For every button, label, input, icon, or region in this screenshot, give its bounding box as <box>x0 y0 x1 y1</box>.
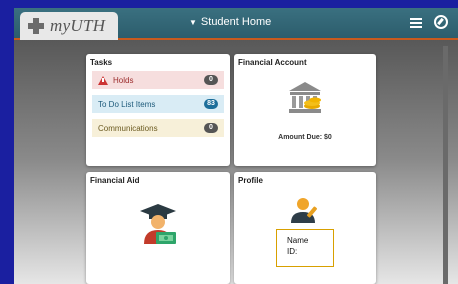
task-row-communications[interactable]: Communications 0 <box>92 119 224 137</box>
profile-id-label: ID: <box>287 247 298 256</box>
task-label: To Do List Items <box>98 99 156 109</box>
task-row-holds[interactable]: Holds 0 <box>92 71 224 89</box>
profile-name-label: Name <box>287 236 309 245</box>
page-title-dropdown[interactable]: ▼ Student Home <box>189 16 271 28</box>
header-bar: myUTH ▼ Student Home <box>14 8 458 40</box>
app-window: myUTH ▼ Student Home Tasks Holds 0 To Do… <box>14 8 458 284</box>
tile-profile[interactable]: Profile Name ID: <box>234 172 376 284</box>
tile-financial-aid[interactable]: Financial Aid <box>86 172 230 284</box>
profile-name-box: Name ID: <box>276 229 334 267</box>
tile-title: Financial Account <box>238 58 307 67</box>
task-label: Communications <box>98 123 158 133</box>
count-badge: 0 <box>204 123 218 133</box>
warning-icon <box>98 75 108 85</box>
person-edit-icon <box>291 198 317 223</box>
tile-financial-account[interactable]: Financial Account Amount Due: $0 <box>234 54 376 166</box>
task-label: Holds <box>113 75 134 85</box>
plus-logo-icon <box>28 18 44 34</box>
scrollbar[interactable] <box>443 46 448 284</box>
page-title: Student Home <box>200 16 272 28</box>
brand-logo[interactable]: myUTH <box>20 12 118 40</box>
caret-down-icon: ▼ <box>189 17 197 27</box>
tile-title: Tasks <box>90 58 113 67</box>
bank-icon <box>289 82 321 113</box>
tile-title: Financial Aid <box>90 176 140 185</box>
amount-due: Amount Due: $0 <box>278 134 332 141</box>
tile-title: Profile <box>238 176 263 185</box>
hamburger-menu-icon[interactable] <box>410 18 422 28</box>
graduate-money-icon <box>140 204 176 244</box>
tile-tasks[interactable]: Tasks Holds 0 To Do List Items 83 Commun… <box>86 54 230 166</box>
count-badge: 83 <box>204 99 218 109</box>
count-badge: 0 <box>204 75 218 85</box>
brand-name: myUTH <box>50 16 106 35</box>
task-row-todo[interactable]: To Do List Items 83 <box>92 95 224 113</box>
compass-navigator-icon[interactable] <box>434 15 448 29</box>
